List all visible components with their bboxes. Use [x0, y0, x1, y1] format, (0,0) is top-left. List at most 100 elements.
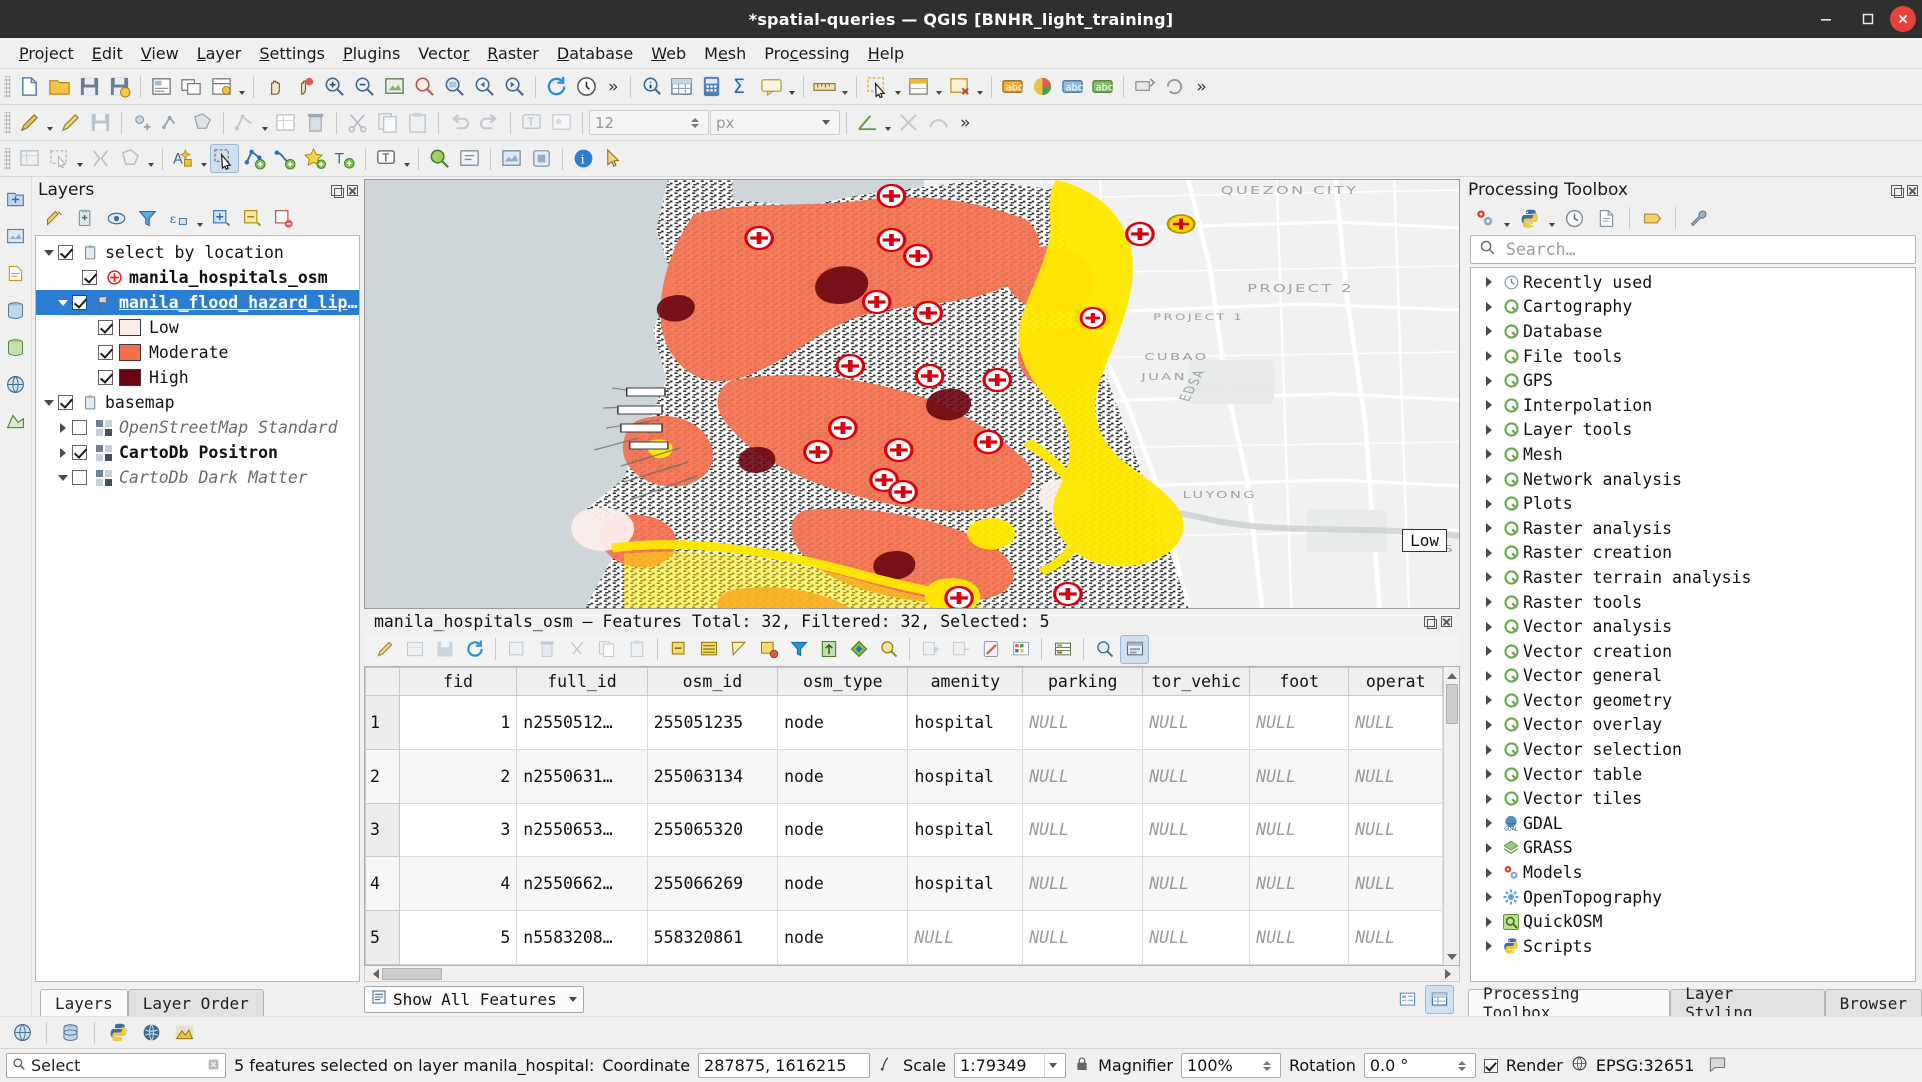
column-header-foot[interactable]: foot [1249, 667, 1350, 696]
layer-checkbox[interactable] [72, 295, 87, 310]
menu-layer[interactable]: Layer [188, 40, 251, 67]
column-header-osm-type[interactable]: osm_type [777, 667, 909, 696]
cell-osm-type[interactable]: node [777, 856, 909, 912]
menu-web[interactable]: Web [642, 40, 695, 67]
reload-table-icon[interactable] [460, 635, 489, 664]
symbol-checkbox[interactable] [98, 370, 113, 385]
table-row[interactable]: 3 3 n2550653… 255065320 node hospital NU… [365, 802, 1444, 858]
cell-osm-id[interactable]: 255063134 [646, 748, 779, 804]
expand-arrow-icon[interactable] [1479, 769, 1499, 780]
undo-icon[interactable] [445, 108, 474, 137]
scroll-left-button[interactable] [367, 967, 380, 980]
cell-osm-id[interactable]: 255066269 [646, 856, 779, 912]
cell-foot[interactable]: NULL [1249, 748, 1350, 804]
toggle-form-view-icon[interactable] [1120, 634, 1149, 664]
python-icon[interactable] [1515, 204, 1544, 233]
processing-node-cartography[interactable]: Cartography [1471, 295, 1915, 320]
column-header-operat[interactable]: operat [1348, 667, 1444, 696]
cell-parking[interactable]: NULL [1022, 802, 1144, 858]
column-header-full-id[interactable]: full_id [516, 667, 648, 696]
filter-expression-caret[interactable] [195, 204, 205, 233]
cell-full-id[interactable]: n2550653… [516, 802, 648, 858]
cell-amenity[interactable]: hospital [907, 695, 1024, 750]
expand-arrow-icon[interactable] [1479, 695, 1499, 706]
layer-checkbox[interactable] [72, 420, 87, 435]
column-header-osm-id[interactable]: osm_id [646, 667, 779, 696]
cell-osm-type[interactable]: node [777, 910, 909, 965]
filter-selection-icon[interactable] [754, 635, 783, 664]
processing-node-raster-creation[interactable]: Raster creation [1471, 541, 1915, 566]
show-layouts-icon[interactable] [207, 72, 236, 101]
tab-browser[interactable]: Browser [1824, 989, 1922, 1016]
move-selection-to-top-icon[interactable] [814, 635, 843, 664]
processing-node-opentopography[interactable]: OpenTopography [1471, 885, 1915, 910]
pan-map-icon[interactable] [260, 72, 289, 101]
maptips-dropdown-caret[interactable] [787, 72, 797, 101]
cell-foot[interactable]: NULL [1249, 802, 1350, 858]
expand-all-icon[interactable] [207, 204, 236, 233]
toggle-extents-icon[interactable] [878, 1055, 895, 1076]
processing-node-mesh[interactable]: Mesh [1471, 442, 1915, 467]
layers-tree[interactable]: select by location manila_hospitals_osm [35, 235, 360, 982]
cell-fid[interactable]: 4 [398, 856, 518, 912]
deselect-all-icon[interactable] [724, 635, 753, 664]
layer-checkbox[interactable] [72, 445, 87, 460]
cell-parking[interactable]: NULL [1022, 910, 1144, 965]
processing-node-vector-table[interactable]: Vector table [1471, 762, 1915, 787]
layer-cartodb-positron[interactable]: CartoDb Positron [36, 440, 359, 465]
layers-panel-close-button[interactable] [347, 184, 358, 196]
layer-checkbox[interactable] [58, 395, 73, 410]
open-attribute-table-icon[interactable] [667, 72, 696, 101]
toolbar2-overflow[interactable]: » [954, 113, 976, 133]
cut-rows-icon[interactable] [562, 635, 591, 664]
rotation-spinner[interactable] [1454, 1060, 1470, 1071]
layer-group-select-by-location[interactable]: select by location [36, 240, 359, 265]
redo-icon[interactable] [475, 108, 504, 137]
expand-arrow-icon[interactable] [1479, 793, 1499, 804]
table-row[interactable]: 1 1 n2550512… 255051235 node hospital NU… [365, 695, 1444, 750]
select-features-icon pressed[interactable] [863, 72, 892, 101]
copy-rows-icon[interactable] [592, 635, 621, 664]
processing-node-raster-analysis[interactable]: Raster analysis [1471, 516, 1915, 541]
cell-parking[interactable]: NULL [1022, 856, 1144, 912]
map-tips-icon[interactable] [572, 72, 601, 101]
vertex-tool-icon[interactable] [230, 108, 259, 137]
magnifier-spinner[interactable] [1259, 1060, 1275, 1071]
cell-osm-type[interactable]: node [777, 748, 909, 804]
processing-node-plots[interactable]: Plots [1471, 491, 1915, 516]
cell-foot[interactable]: NULL [1249, 856, 1350, 912]
identify-features-icon[interactable] [637, 72, 666, 101]
add-raster-layer-icon[interactable] [1, 222, 30, 251]
select-by-value-icon[interactable] [904, 72, 933, 101]
cell-osm-id[interactable]: 558320861 [646, 910, 779, 965]
select-polygon-caret[interactable] [75, 144, 85, 173]
expand-arrow-icon[interactable] [1479, 621, 1499, 632]
layers-panel-float-button[interactable] [331, 184, 344, 198]
add-mesh-layer-icon[interactable] [1, 407, 30, 436]
processing-node-vector-geometry[interactable]: Vector geometry [1471, 688, 1915, 713]
split-features-icon[interactable] [86, 144, 115, 173]
tab-layers[interactable]: Layers [40, 989, 128, 1016]
messages-log-icon[interactable] [1708, 1054, 1727, 1077]
cell-operat[interactable]: NULL [1348, 856, 1444, 912]
toggle-editing-icon[interactable] [56, 108, 85, 137]
opentopography-icon[interactable] [497, 144, 526, 173]
zoom-in-icon[interactable] [320, 72, 349, 101]
map-canvas[interactable]: QUEZON CITY PROJECT 2 PROJECT 1 CUBAO ED… [364, 179, 1460, 609]
expand-arrow-icon[interactable] [1479, 498, 1499, 509]
render-checkbox[interactable] [1483, 1058, 1498, 1073]
attribute-table[interactable]: fid full_id osm_id osm_type amenity park… [365, 667, 1444, 965]
expand-arrow-icon[interactable] [1479, 424, 1499, 435]
terrain-icon[interactable] [170, 1018, 199, 1047]
expand-arrow-icon[interactable] [1479, 400, 1499, 411]
expand-arrow-icon[interactable] [40, 249, 58, 256]
cell-fid[interactable]: 3 [398, 802, 518, 858]
add-postgis-layer-icon[interactable] [1, 296, 30, 325]
add-point-feature-icon[interactable] [128, 108, 157, 137]
annotation-caret[interactable] [402, 144, 412, 173]
measure-angle-icon[interactable] [853, 108, 882, 137]
conditional-formatting-icon[interactable] [1006, 635, 1035, 664]
statistical-summary-icon[interactable]: Σ [727, 72, 756, 101]
layer-manila-flood-hazard-lipad[interactable]: manila_flood_hazard_lipad [36, 290, 359, 315]
processing-search-box[interactable] [1470, 235, 1916, 264]
